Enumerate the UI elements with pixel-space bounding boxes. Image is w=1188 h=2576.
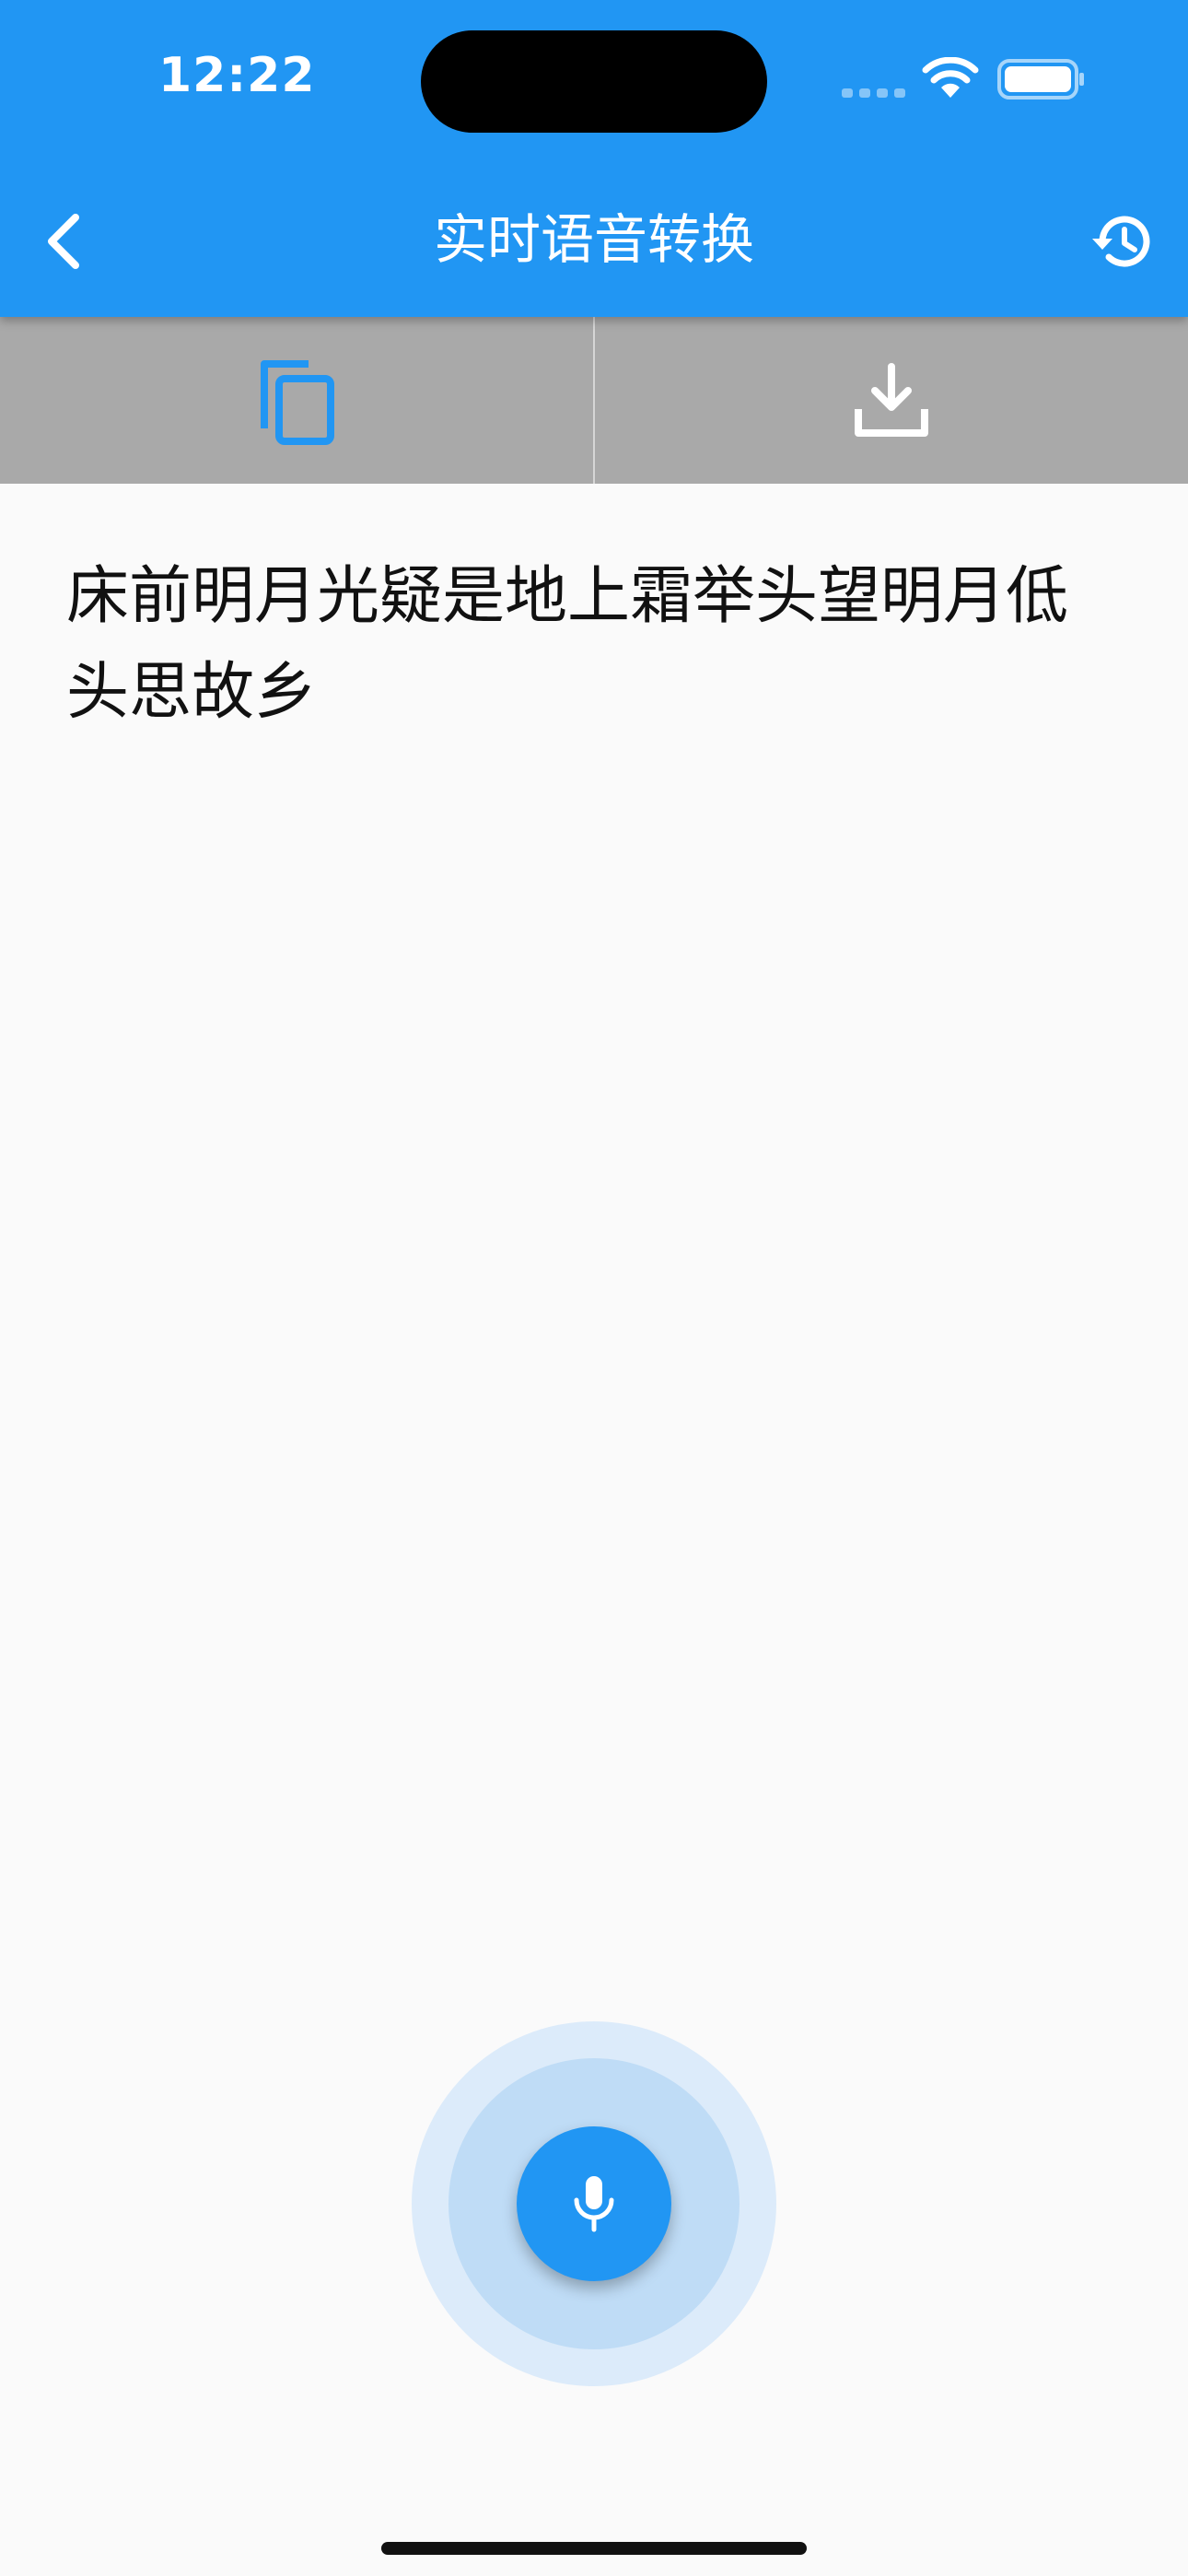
action-toolbar	[0, 317, 1188, 484]
microphone-icon	[574, 2176, 614, 2232]
download-icon	[855, 362, 928, 437]
battery-icon	[997, 59, 1084, 100]
app-bar: 12:22 实时语音转换	[0, 0, 1188, 317]
screen: 12:22 实时语音转换 床前明月光疑是地上霜举头望明月低头思故乡	[0, 0, 1188, 2576]
page-title: 实时语音转换	[433, 208, 754, 271]
wifi-icon	[922, 57, 979, 98]
transcript-text: 床前明月光疑是地上霜举头望明月低头思故乡	[66, 560, 1069, 729]
history-icon	[1092, 216, 1150, 267]
home-indicator[interactable]	[381, 2542, 807, 2555]
dynamic-island	[421, 30, 767, 133]
copy-icon	[261, 359, 334, 445]
cellular-signal-icon	[842, 88, 905, 98]
history-button[interactable]	[1085, 205, 1159, 278]
status-time: 12:22	[158, 48, 316, 103]
mic-button[interactable]	[517, 2126, 671, 2281]
copy-button[interactable]	[0, 317, 593, 484]
download-button[interactable]	[595, 317, 1188, 484]
